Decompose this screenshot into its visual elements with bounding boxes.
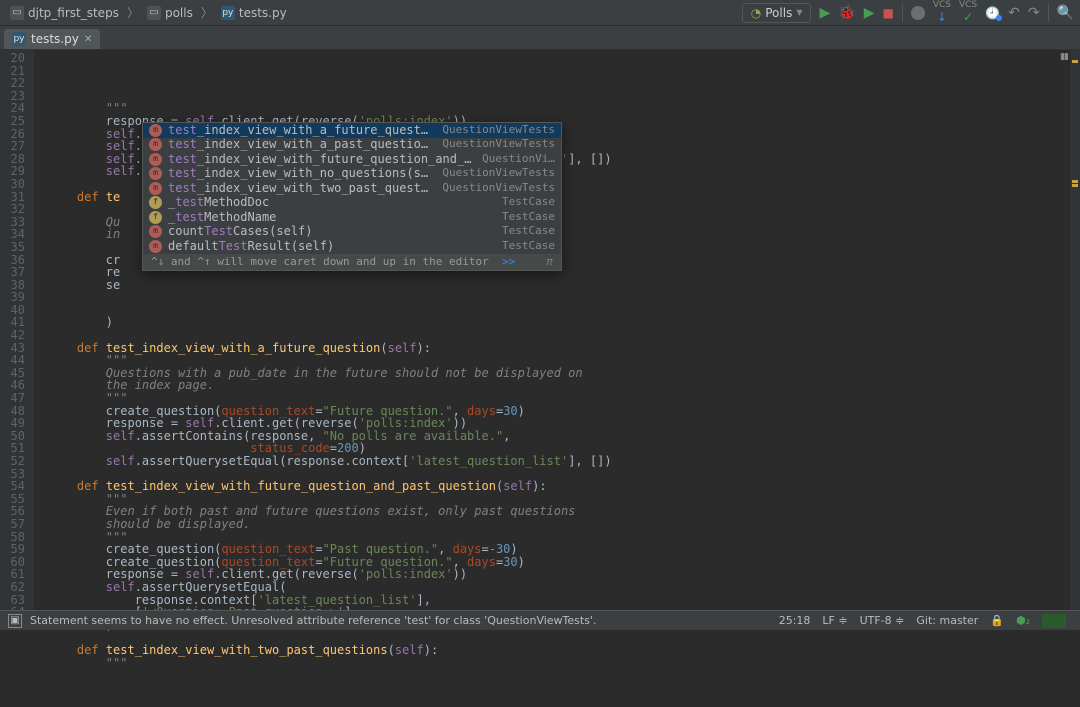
- chevron-right-icon: 〉: [125, 4, 141, 21]
- toolbar-separator: [1048, 4, 1049, 22]
- debug-button[interactable]: 🐞: [838, 5, 855, 21]
- python-file-icon: py: [12, 32, 26, 46]
- python-file-icon: py: [221, 6, 235, 20]
- folder-icon: ▭: [10, 6, 24, 20]
- completion-item[interactable]: mtest_index_view_with_a_past_question(se…: [143, 138, 561, 153]
- file-encoding[interactable]: UTF-8 ≑: [860, 614, 905, 627]
- memory-indicator[interactable]: [1042, 614, 1072, 628]
- inspection-pause-icon[interactable]: ▮▮: [1060, 52, 1068, 62]
- completion-item[interactable]: f_testMethodNameTestCase: [143, 210, 561, 225]
- field-icon: f: [149, 196, 162, 209]
- completion-hint: ^↓ and ^↑ will move caret down and up in…: [143, 254, 561, 271]
- breadcrumb: ▭ djtp_first_steps 〉 ▭ polls 〉 py tests.…: [6, 4, 291, 22]
- vcs-history-button[interactable]: 🕘: [985, 6, 1000, 20]
- status-bar: ▣ Statement seems to have no effect. Unr…: [0, 610, 1080, 630]
- line-number-gutter[interactable]: 2021222324252627282930313233343536373839…: [0, 50, 34, 610]
- breadcrumb-project[interactable]: ▭ djtp_first_steps: [6, 4, 123, 22]
- breadcrumb-file[interactable]: py tests.py: [217, 4, 291, 22]
- method-icon: m: [149, 153, 162, 166]
- breadcrumb-label: tests.py: [239, 6, 287, 20]
- completion-item[interactable]: mtest_index_view_with_no_questions(self)…: [143, 167, 561, 182]
- lock-icon[interactable]: 🔒: [990, 614, 1004, 627]
- run-button[interactable]: ▶: [819, 5, 830, 21]
- chevron-down-icon: ▼: [796, 8, 802, 17]
- top-toolbar: ▭ djtp_first_steps 〉 ▭ polls 〉 py tests.…: [0, 0, 1080, 26]
- completion-item[interactable]: mtest_index_view_with_future_question_an…: [143, 152, 561, 167]
- completion-item[interactable]: mtest_index_view_with_two_past_questions…: [143, 181, 561, 196]
- method-icon: m: [149, 240, 162, 253]
- editor-tab[interactable]: py tests.py ✕: [4, 29, 100, 49]
- vcs-commit-button[interactable]: VCS✓: [959, 1, 977, 24]
- tool-window-toggle-button[interactable]: ▣: [8, 614, 22, 628]
- chevron-right-icon: 〉: [199, 4, 215, 21]
- close-icon[interactable]: ✕: [84, 34, 92, 45]
- stop-button[interactable]: ■: [882, 6, 893, 20]
- line-separator[interactable]: LF ≑: [822, 614, 847, 627]
- editor-tab-bar: py tests.py ✕: [0, 26, 1080, 50]
- method-icon: m: [149, 167, 162, 180]
- tab-label: tests.py: [31, 32, 79, 46]
- run-coverage-button[interactable]: ▶: [864, 5, 875, 21]
- toolbar-right: ◔ Polls ▼ ▶ 🐞 ▶ ■ VCS↓ VCS✓ 🕘 ↶ ↷ 🔍: [742, 1, 1074, 24]
- method-icon: m: [149, 124, 162, 137]
- vcs-update-button[interactable]: VCS↓: [933, 1, 951, 24]
- run-config-selector[interactable]: ◔ Polls ▼: [742, 3, 812, 23]
- breadcrumb-folder[interactable]: ▭ polls: [143, 4, 197, 22]
- toolbar-separator: [902, 4, 903, 22]
- field-icon: f: [149, 211, 162, 224]
- caret-position[interactable]: 25:18: [779, 614, 811, 627]
- completion-item[interactable]: mcountTestCases(self)TestCase: [143, 225, 561, 240]
- undo-button[interactable]: ↶: [1008, 5, 1020, 21]
- code-editor[interactable]: 2021222324252627282930313233343536373839…: [0, 50, 1080, 610]
- redo-button[interactable]: ↷: [1028, 5, 1040, 21]
- method-icon: m: [149, 225, 162, 238]
- ide-circle-icon[interactable]: [911, 6, 925, 20]
- python-packages-icon[interactable]: ⬢₂: [1016, 614, 1030, 627]
- code-completion-popup[interactable]: mtest_index_view_with_a_future_question(…: [142, 122, 562, 271]
- test-icon: ◔: [751, 6, 761, 20]
- method-icon: m: [149, 182, 162, 195]
- completion-item[interactable]: mdefaultTestResult(self)TestCase: [143, 239, 561, 254]
- run-config-label: Polls: [765, 6, 792, 20]
- folder-icon: ▭: [147, 6, 161, 20]
- git-branch[interactable]: Git: master: [916, 614, 978, 627]
- completion-item[interactable]: f_testMethodDocTestCase: [143, 196, 561, 211]
- breadcrumb-label: polls: [165, 6, 193, 20]
- completion-item[interactable]: mtest_index_view_with_a_future_question(…: [143, 123, 561, 138]
- method-icon: m: [149, 138, 162, 151]
- search-everywhere-button[interactable]: 🔍: [1057, 5, 1074, 21]
- completion-hint-link[interactable]: >>: [502, 255, 515, 268]
- error-stripe[interactable]: [1070, 50, 1080, 610]
- breadcrumb-label: djtp_first_steps: [28, 6, 119, 20]
- code-area[interactable]: """ response = self.client.get(reverse('…: [34, 50, 1080, 610]
- status-message: Statement seems to have no effect. Unres…: [30, 614, 596, 627]
